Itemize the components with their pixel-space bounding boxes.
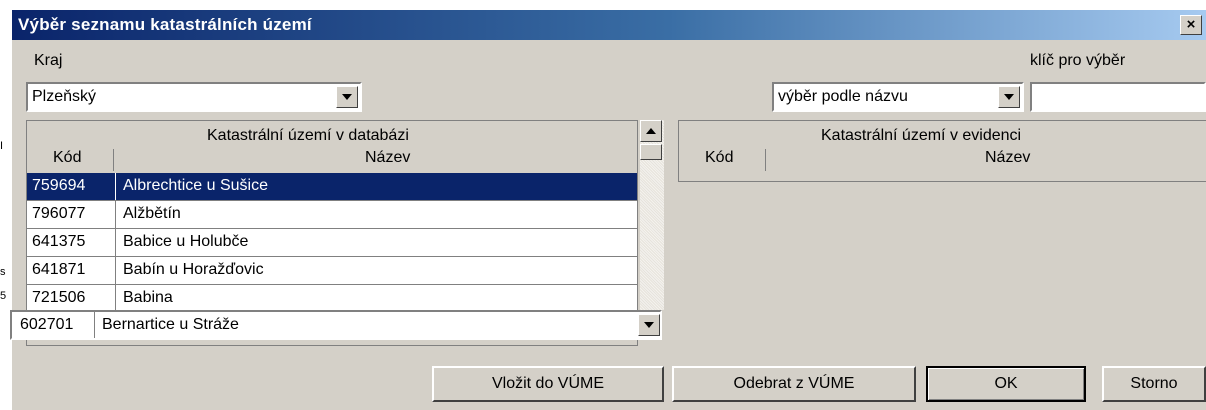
column-header-code[interactable]: Kód xyxy=(705,149,733,167)
dialog-title: Výběr seznamu katastrálních území xyxy=(18,15,312,34)
vertical-scrollbar[interactable] xyxy=(640,120,664,310)
cell-name: Babice u Holubče xyxy=(123,233,249,250)
column-divider xyxy=(115,201,116,228)
cell-code: 721506 xyxy=(32,289,86,306)
cell-code: 796077 xyxy=(32,205,86,222)
editor-name: Bernartice u Stráže xyxy=(102,316,239,333)
column-header-name[interactable]: Název xyxy=(365,149,410,167)
column-divider xyxy=(94,312,95,338)
cell-name: Babina xyxy=(123,289,173,306)
scroll-up-button[interactable] xyxy=(640,120,662,142)
filter-mode-select[interactable]: výběr podle názvu xyxy=(772,82,1024,112)
table-row[interactable]: 641375 Babice u Holubče xyxy=(27,229,637,257)
dialog-window: Výběr seznamu katastrálních území × Kraj… xyxy=(10,10,1206,410)
cell-code: 641871 xyxy=(32,261,86,278)
table-row[interactable]: 721506 Babina xyxy=(27,285,637,313)
close-icon: × xyxy=(1186,16,1196,33)
filter-mode-value: výběr podle názvu xyxy=(778,88,908,105)
background-mark: s xyxy=(0,266,6,278)
editor-code: 602701 xyxy=(20,316,74,333)
cell-code: 641375 xyxy=(32,233,86,250)
kraj-select[interactable]: Plzeňský xyxy=(26,82,362,112)
column-divider xyxy=(115,173,116,200)
table-row[interactable]: 641871 Babín u Horažďovic xyxy=(27,257,637,285)
row-editor[interactable]: 602701 Bernartice u Stráže xyxy=(10,310,662,340)
cancel-button[interactable]: Storno xyxy=(1102,366,1206,402)
cell-name: Albrechtice u Sušice xyxy=(123,177,268,194)
filter-key-label: klíč pro výběr xyxy=(1030,52,1126,69)
table-row[interactable]: 796077 Alžbětín xyxy=(27,201,637,229)
database-grid-caption: Katastrální území v databázi xyxy=(207,127,409,144)
background-window-edge: I s 5 xyxy=(0,0,12,410)
filter-key-input[interactable] xyxy=(1030,82,1206,112)
table-row[interactable]: 759694 Albrechtice u Sušice xyxy=(27,173,637,201)
column-divider xyxy=(765,149,766,171)
insert-button[interactable]: Vložit do VÚME xyxy=(432,366,664,402)
ok-button[interactable]: OK xyxy=(926,366,1086,402)
scroll-thumb[interactable] xyxy=(640,144,662,160)
column-divider xyxy=(115,285,116,312)
kraj-label: Kraj xyxy=(34,52,63,69)
column-divider xyxy=(115,229,116,256)
column-header-code[interactable]: Kód xyxy=(53,149,81,167)
remove-button[interactable]: Odebrat z VÚME xyxy=(672,366,916,402)
column-header-name[interactable]: Název xyxy=(985,149,1030,167)
background-mark: I xyxy=(0,140,4,152)
arrow-up-icon xyxy=(646,128,656,134)
cell-name: Alžbětín xyxy=(123,205,181,222)
close-button[interactable]: × xyxy=(1180,15,1202,35)
kraj-select-value: Plzeňský xyxy=(32,88,97,105)
column-divider xyxy=(115,257,116,284)
evidence-grid: Katastrální území v evidenci Kód Název xyxy=(678,120,1206,182)
chevron-down-icon[interactable] xyxy=(638,314,660,336)
cell-code: 759694 xyxy=(32,177,86,194)
chevron-down-icon[interactable] xyxy=(336,86,358,108)
evidence-grid-caption: Katastrální území v evidenci xyxy=(821,127,1022,144)
column-divider xyxy=(113,149,114,171)
title-bar[interactable]: Výběr seznamu katastrálních území × xyxy=(12,10,1206,40)
background-mark: 5 xyxy=(0,290,7,302)
cell-name: Babín u Horažďovic xyxy=(123,261,264,278)
database-rows: 759694 Albrechtice u Sušice 796077 Alžbětín… xyxy=(27,173,637,313)
chevron-down-icon[interactable] xyxy=(998,86,1020,108)
